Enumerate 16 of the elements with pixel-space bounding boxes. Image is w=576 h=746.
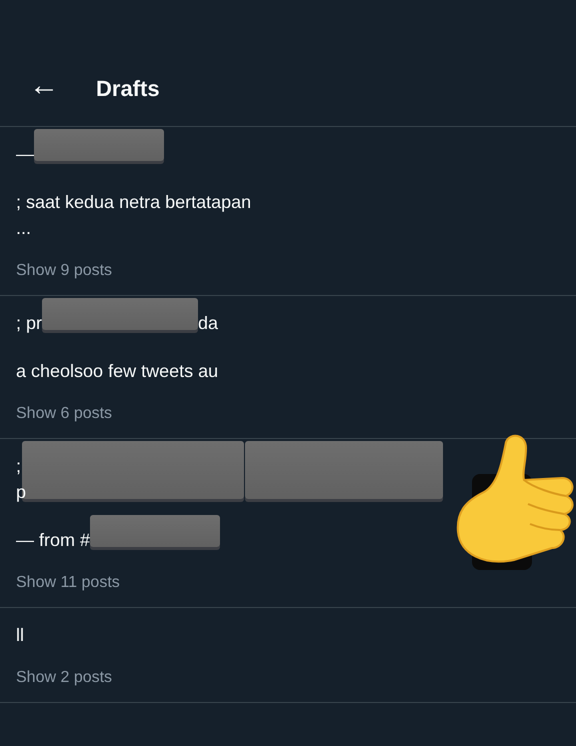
draft-text: ; <box>16 456 22 476</box>
show-posts-link[interactable]: Show 11 posts <box>16 571 120 595</box>
draft-text: da <box>198 313 218 333</box>
page-title: Drafts <box>96 74 160 102</box>
draft-text: a cheolsoo few tweets au <box>16 361 218 381</box>
show-posts-link[interactable]: Show 6 posts <box>16 402 112 426</box>
draft-text: — <box>16 144 34 164</box>
show-posts-link[interactable]: Show 2 posts <box>16 666 112 690</box>
draft-text: ll <box>16 625 24 645</box>
show-posts-link[interactable]: Show 9 posts <box>16 259 112 283</box>
draft-text: ; saat kedua netra bertatapan <box>16 192 252 212</box>
draft-text: ... <box>16 218 32 238</box>
draft-text: ; pr <box>16 313 42 333</box>
draft-text: — from # <box>16 530 90 550</box>
back-button[interactable]: ← <box>22 71 66 105</box>
draft-text: p <box>16 482 26 502</box>
